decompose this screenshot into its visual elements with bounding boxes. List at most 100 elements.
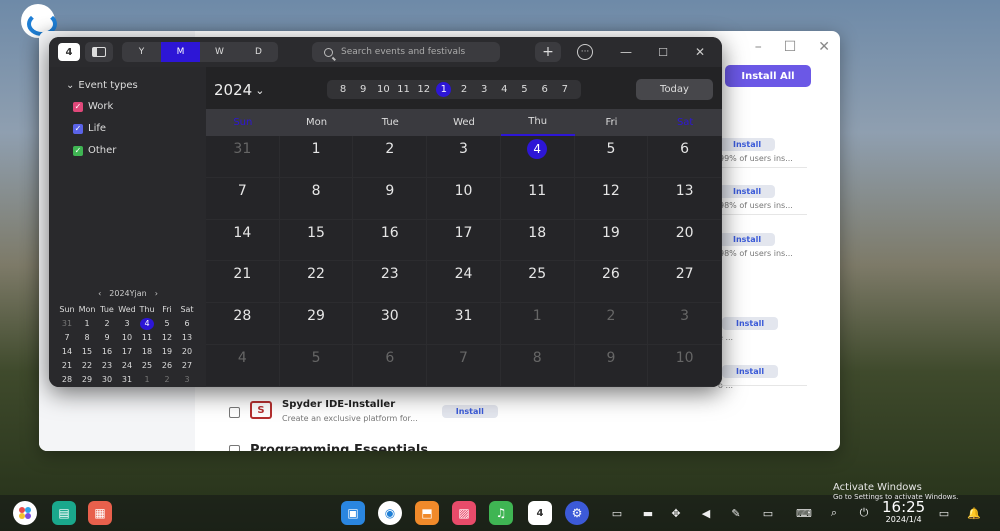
mini-day[interactable]: 6 [177,318,197,330]
mini-day[interactable]: 9 [97,332,117,344]
mini-day[interactable]: 1 [137,374,157,386]
day-cell[interactable]: 5 [574,136,649,178]
day-cell[interactable]: 14 [206,219,280,262]
mini-day[interactable]: 12 [157,332,177,344]
store-minimize-icon[interactable]: – [755,39,762,55]
month-chip[interactable]: 4 [497,84,512,95]
mini-day[interactable]: 24 [117,360,137,372]
day-cell[interactable]: 27 [648,261,722,304]
view-year-tab[interactable]: Y [122,42,161,62]
install-button[interactable]: Install [722,365,779,378]
day-cell[interactable]: 9 [574,345,649,387]
day-cell[interactable]: 8 [279,177,354,220]
close-icon[interactable]: ✕ [693,45,707,59]
mini-day[interactable]: 31 [57,318,77,330]
day-cell[interactable]: 8 [500,345,575,387]
day-cell[interactable]: 9 [353,177,428,220]
day-cell[interactable]: 24 [427,261,501,304]
mini-day[interactable]: 26 [157,360,177,372]
mini-day[interactable]: 31 [117,374,137,386]
multitasking-icon[interactable]: ▤ [52,501,76,525]
day-cell[interactable]: 10 [427,177,501,220]
mini-day[interactable]: 23 [97,360,117,372]
today-button[interactable]: Today [636,79,713,100]
view-week-tab[interactable]: W [200,42,239,62]
day-cell[interactable]: 20 [648,219,722,262]
day-cell[interactable]: 21 [206,261,280,304]
install-button[interactable]: Install [722,317,779,330]
checkbox-icon[interactable]: ✓ [73,101,83,112]
mini-day[interactable]: 2 [97,318,117,330]
mini-day[interactable]: 19 [157,346,177,358]
search-input[interactable]: Search events and festivals [312,42,500,62]
more-options-icon[interactable]: ··· [577,44,593,60]
photos-icon[interactable]: ▨ [452,501,476,525]
day-cell[interactable]: 16 [353,219,428,262]
mini-day[interactable]: 3 [117,318,137,330]
day-cell[interactable]: 6 [353,345,428,387]
mini-day[interactable]: 22 [77,360,97,372]
install-button[interactable]: Install [719,138,776,151]
keyboard-icon[interactable]: ▬ [640,505,656,521]
app-grid-icon[interactable]: ▦ [88,501,112,525]
view-month-tab[interactable]: M [161,42,200,62]
day-cell[interactable]: 29 [279,303,354,346]
day-cell[interactable]: 3 [427,136,501,178]
settings-icon[interactable]: ⚙ [565,501,589,525]
day-cell[interactable]: 28 [206,303,280,346]
day-cell[interactable]: 5 [279,345,354,387]
mini-day[interactable]: 8 [77,332,97,344]
year-selector[interactable]: 2024 ⌄ [214,81,264,99]
mini-day[interactable]: 21 [57,360,77,372]
day-cell[interactable]: 10 [648,345,722,387]
event-type-life[interactable]: ✓ Life [73,123,106,134]
day-cell[interactable]: 31 [206,136,280,178]
day-cell[interactable]: 12 [574,177,649,220]
mini-day[interactable]: 3 [177,374,197,386]
search-tray-icon[interactable]: ⌕ [826,505,842,521]
screen-icon[interactable]: ▭ [609,505,625,521]
day-cell[interactable]: 23 [353,261,428,304]
checkbox-icon[interactable]: ✓ [73,145,83,156]
display-icon[interactable]: ▭ [760,505,776,521]
day-cell[interactable]: 4 [500,136,575,178]
spyder-checkbox[interactable] [229,407,240,418]
mini-day[interactable]: 28 [57,374,77,386]
mini-day[interactable]: 1 [77,318,97,330]
store-close-icon[interactable]: ✕ [818,39,830,55]
day-cell[interactable]: 17 [427,219,501,262]
file-manager-icon[interactable]: ▣ [341,501,365,525]
month-chip[interactable]: 9 [356,84,371,95]
mini-day[interactable]: 10 [117,332,137,344]
day-cell[interactable]: 7 [206,177,280,220]
event-type-other[interactable]: ✓ Other [73,145,116,156]
mini-prev-icon[interactable]: ‹ [98,289,101,298]
pen-icon[interactable]: ✎ [728,505,744,521]
view-day-tab[interactable]: D [239,42,278,62]
mini-day[interactable]: 29 [77,374,97,386]
network-icon[interactable]: ✥ [668,505,684,521]
mini-day[interactable]: 27 [177,360,197,372]
day-cell[interactable]: 2 [574,303,649,346]
add-event-button[interactable]: + [535,42,561,62]
day-cell[interactable]: 1 [279,136,354,178]
taskbar-clock[interactable]: 16:25 2024/1/4 [882,499,925,524]
day-cell[interactable]: 22 [279,261,354,304]
mini-day[interactable]: 20 [177,346,197,358]
install-button[interactable]: Install [719,233,776,246]
day-cell[interactable]: 1 [500,303,575,346]
month-chip[interactable]: 7 [557,84,572,95]
day-cell[interactable]: 13 [648,177,722,220]
day-cell[interactable]: 11 [500,177,575,220]
month-chip[interactable]: 5 [517,84,532,95]
calendar-taskbar-icon[interactable]: 4 [528,501,552,525]
mini-day[interactable]: 4 [140,318,154,330]
month-chip[interactable]: 6 [537,84,552,95]
section-checkbox[interactable] [229,445,240,451]
install-button[interactable]: Install [719,185,776,198]
maximize-icon[interactable]: ☐ [656,45,670,59]
input-method-icon[interactable]: ⌨ [796,505,812,521]
day-cell[interactable]: 2 [353,136,428,178]
day-cell[interactable]: 25 [500,261,575,304]
day-cell[interactable]: 15 [279,219,354,262]
